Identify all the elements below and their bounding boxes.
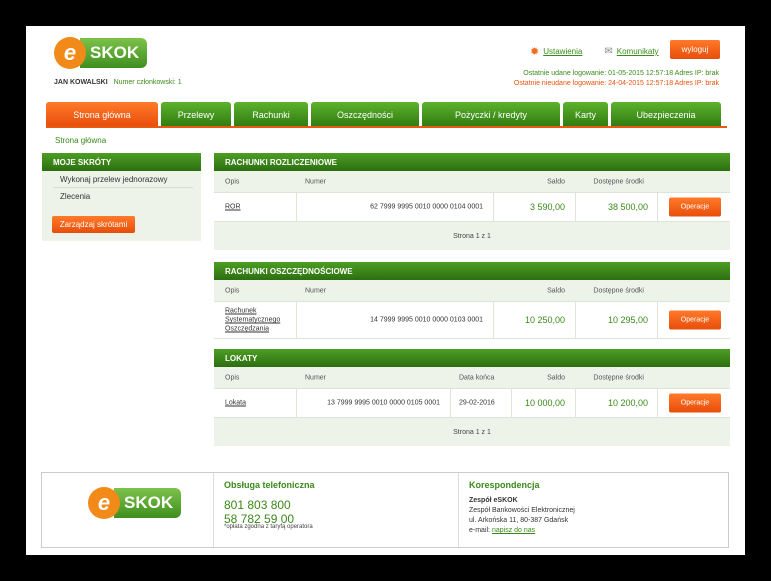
col-number: Numer <box>305 374 327 381</box>
deposit-end-date: 29-02-2016 <box>459 399 495 407</box>
tab-home[interactable]: Strona główna <box>46 102 158 127</box>
savings-title: RACHUNKI OSZCZĘDNOŚCIOWE <box>214 262 730 280</box>
logo-text: SKOK <box>114 488 182 518</box>
settlement-accounts-panel: RACHUNKI ROZLICZENIOWE Opis Numer Saldo … <box>214 153 730 250</box>
deposit-available: 10 200,00 <box>607 398 648 408</box>
phone-title: Obsługa telefoniczna <box>224 480 315 490</box>
table-row: Rachunek Systematycznego Oszczędzania 14… <box>214 301 730 339</box>
deposit-link[interactable]: Lokata <box>225 399 246 408</box>
col-available: Dostępne środki <box>593 287 644 294</box>
logout-button[interactable]: wyloguj <box>670 40 720 59</box>
col-desc: Opis <box>225 287 240 294</box>
user-name: JAN KOWALSKI <box>54 79 108 86</box>
top-links: ✹ Ustawienia ✉ Komunikaty <box>530 45 659 58</box>
manage-shortcuts-button[interactable]: Zarządzaj skrótami <box>52 216 135 233</box>
account-balance: 3 590,00 <box>529 202 565 212</box>
phone-note: *opłata zgodna z taryfą operatora <box>224 524 313 530</box>
col-available: Dostępne środki <box>593 374 644 381</box>
gear-icon: ✹ <box>530 46 540 58</box>
messages-link[interactable]: Komunikaty <box>617 47 659 56</box>
shortcut-one-time-transfer[interactable]: Wykonaj przelew jednorazowy <box>53 171 193 188</box>
col-desc: Opis <box>225 178 240 185</box>
col-desc: Opis <box>225 374 240 381</box>
col-number: Numer <box>305 287 327 294</box>
col-balance: Saldo <box>547 178 565 185</box>
settings-link[interactable]: Ustawienia <box>543 47 582 56</box>
address-block: Zespół eSKOK Zespół Bankowości Elektroni… <box>469 496 575 536</box>
email-link[interactable]: napisz do nas <box>492 527 535 534</box>
street: ul. Arkońska 11, 80-387 Gdańsk <box>469 517 569 524</box>
savings-accounts-panel: RACHUNKI OSZCZĘDNOŚCIOWE Opis Numer Sald… <box>214 262 730 339</box>
col-available: Dostępne środki <box>593 178 644 185</box>
logo-e: e <box>88 487 120 519</box>
tab-accounts[interactable]: Rachunki <box>234 102 308 127</box>
col-number: Numer <box>305 178 327 185</box>
operations-button[interactable]: Operacje <box>669 197 721 217</box>
col-end-date: Data końca <box>459 374 495 381</box>
operations-button[interactable]: Operacje <box>669 393 721 413</box>
deposits-columns: Opis Numer Data końca Saldo Dostępne śro… <box>214 367 730 388</box>
tab-savings[interactable]: Oszczędności <box>311 102 419 127</box>
user-info: JAN KOWALSKI Numer członkowski: 1 <box>54 79 182 86</box>
col-balance: Saldo <box>547 374 565 381</box>
footer: e SKOK Obsługa telefoniczna 801 803 800 … <box>41 472 729 548</box>
settlement-pager: Strona 1 z 1 <box>453 232 491 240</box>
account-available: 10 295,00 <box>607 315 648 325</box>
tab-loans[interactable]: Pożyczki / kredyty <box>422 102 560 127</box>
deposit-balance: 10 000,00 <box>524 398 565 408</box>
org-name: Zespół eSKOK <box>469 497 518 504</box>
account-ror-link[interactable]: ROR <box>225 203 241 212</box>
deposits-pager: Strona 1 z 1 <box>453 428 491 436</box>
dept-name: Zespół Bankowości Elektronicznej <box>469 507 575 514</box>
table-row: ROR 62 7999 9995 0010 0000 0104 0001 3 5… <box>214 192 730 222</box>
nav-underline <box>46 126 727 128</box>
breadcrumb[interactable]: Strona główna <box>55 136 106 145</box>
email-label: e-mail: <box>469 527 491 534</box>
footer-logo: e SKOK <box>88 485 182 521</box>
settlement-columns: Opis Numer Saldo Dostępne środki <box>214 171 730 192</box>
shortcut-standing-orders[interactable]: Zlecenia <box>53 188 193 205</box>
table-row: Lokata 13 7999 9995 0010 0000 0105 0001 … <box>214 388 730 418</box>
correspondence-title: Korespondencja <box>469 480 540 490</box>
deposits-panel: LOKATY Opis Numer Data końca Saldo Dostę… <box>214 349 730 446</box>
account-available: 38 500,00 <box>607 202 648 212</box>
envelope-icon: ✉ <box>604 46 613 57</box>
savings-columns: Opis Numer Saldo Dostępne środki <box>214 280 730 301</box>
tab-insurance[interactable]: Ubezpieczenia <box>611 102 721 127</box>
shortcuts-panel: MOJE SKRÓTY Wykonaj przelew jednorazowy … <box>42 153 201 241</box>
tab-transfers[interactable]: Przelewy <box>161 102 231 127</box>
logo-e: e <box>54 37 86 69</box>
shortcuts-title: MOJE SKRÓTY <box>42 153 201 171</box>
last-success-login: Ostatnie udane logowanie: 01-05-2015 12:… <box>523 70 719 77</box>
member-number: Numer członkowski: 1 <box>113 79 182 86</box>
deposits-title: LOKATY <box>214 349 730 367</box>
settlement-title: RACHUNKI ROZLICZENIOWE <box>214 153 730 171</box>
last-failed-login: Ostatnie nieudane logowanie: 24-04-2015 … <box>513 80 719 87</box>
account-savings-link[interactable]: Rachunek Systematycznego Oszczędzania <box>225 307 295 334</box>
tab-cards[interactable]: Karty <box>563 102 608 127</box>
logo-text: SKOK <box>80 38 148 68</box>
deposit-number: 13 7999 9995 0010 0000 0105 0001 <box>327 399 440 407</box>
operations-button[interactable]: Operacje <box>669 310 721 330</box>
account-balance: 10 250,00 <box>524 315 565 325</box>
eskok-logo[interactable]: e SKOK <box>54 35 148 71</box>
account-number: 62 7999 9995 0010 0000 0104 0001 <box>370 203 483 211</box>
page: e SKOK JAN KOWALSKI Numer członkowski: 1… <box>26 26 745 555</box>
phone-primary: 801 803 800 <box>224 498 291 512</box>
main-nav: Strona główna Przelewy Rachunki Oszczędn… <box>46 102 724 127</box>
col-balance: Saldo <box>547 287 565 294</box>
account-number: 14 7999 9995 0010 0000 0103 0001 <box>370 316 483 324</box>
